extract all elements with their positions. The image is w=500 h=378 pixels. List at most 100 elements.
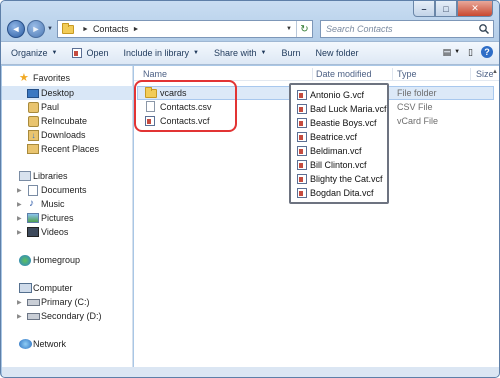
vcard-icon: [72, 48, 83, 58]
vcards-contents-popup: Antonio G.vcf Bad Luck Maria.vcf Beastie…: [289, 83, 389, 204]
organize-button[interactable]: Organize ▼: [11, 48, 57, 58]
close-button[interactable]: ✕: [457, 1, 493, 17]
status-bar: [2, 367, 499, 377]
homegroup-icon: [19, 254, 31, 266]
caption-buttons: – □ ✕: [413, 1, 493, 17]
nav-secondary-drive-label: Secondary (D:): [41, 311, 102, 321]
view-options-dropdown[interactable]: ▼: [454, 49, 460, 55]
nav-secondary-drive[interactable]: ▶ Secondary (D:): [2, 309, 133, 323]
nav-desktop-label: Desktop: [41, 88, 75, 98]
drive-icon: [27, 298, 40, 306]
include-in-library-button[interactable]: Include in library ▼: [124, 48, 199, 58]
include-in-library-label: Include in library: [123, 48, 190, 58]
music-icon: ♪: [29, 198, 34, 209]
nav-documents[interactable]: ▶ Documents: [2, 183, 133, 197]
scroll-up-icon[interactable]: ▲: [492, 69, 498, 75]
documents-icon: [28, 184, 38, 196]
expand-icon[interactable]: ▶: [17, 187, 22, 194]
vcard-icon: [297, 89, 307, 100]
navigation-buttons: ◄ ► ▼: [7, 20, 57, 38]
column-size[interactable]: Size: [476, 69, 494, 79]
dropdown-arrow-icon: ▼: [51, 50, 58, 56]
change-view-icon[interactable]: ▤: [443, 47, 452, 58]
column-divider[interactable]: [312, 68, 313, 80]
address-dropdown[interactable]: ▼: [282, 26, 296, 32]
nav-libraries[interactable]: Libraries: [2, 169, 133, 183]
nav-primary-drive[interactable]: ▶ Primary (C:): [2, 295, 133, 309]
column-type[interactable]: Type: [397, 69, 417, 79]
list-item-label: Antonio G.vcf: [310, 89, 365, 100]
nav-homegroup[interactable]: Homegroup: [2, 253, 133, 267]
pictures-icon: [27, 213, 39, 223]
recent-places-icon: [27, 144, 39, 154]
nav-favorites-label: Favorites: [33, 73, 71, 83]
minimize-button[interactable]: –: [413, 1, 435, 17]
search-placeholder: Search Contacts: [326, 24, 393, 34]
recent-pages-dropdown[interactable]: ▼: [47, 26, 53, 32]
open-label: Open: [86, 48, 109, 58]
list-item[interactable]: Blighty the Cat.vcf: [297, 172, 383, 185]
list-item-label: Bogdan Dita.vcf: [310, 187, 374, 198]
downloads-icon: ↓: [28, 129, 39, 141]
expand-icon[interactable]: ▶: [17, 313, 22, 320]
nav-recent-places[interactable]: Recent Places: [2, 142, 133, 156]
search-input[interactable]: Search Contacts: [320, 20, 494, 38]
file-type: CSV File: [397, 102, 433, 112]
drive-icon: [27, 312, 40, 320]
network-icon: [19, 339, 32, 349]
expand-icon[interactable]: ▶: [17, 229, 22, 236]
navigation-pane: ★ Favorites Desktop Paul ReIncubate ↓ Do…: [2, 66, 133, 367]
list-item[interactable]: Bill Clinton.vcf: [297, 158, 367, 171]
nav-downloads[interactable]: ↓ Downloads: [2, 128, 133, 142]
nav-paul[interactable]: Paul: [2, 100, 133, 114]
expand-icon[interactable]: ▶: [17, 215, 22, 222]
column-date-modified[interactable]: Date modified: [316, 69, 372, 79]
expand-icon[interactable]: ▶: [17, 299, 22, 306]
nav-videos[interactable]: ▶ Videos: [2, 225, 133, 239]
nav-music[interactable]: ▶ ♪ Music: [2, 197, 133, 211]
share-with-button[interactable]: Share with ▼: [214, 48, 266, 58]
list-item[interactable]: Bad Luck Maria.vcf: [297, 102, 387, 115]
folder-icon: [62, 22, 74, 34]
forward-button[interactable]: ►: [27, 20, 45, 38]
libraries-icon: [19, 171, 31, 181]
nav-recent-places-label: Recent Places: [41, 144, 100, 154]
new-folder-button[interactable]: New folder: [316, 48, 359, 58]
nav-desktop[interactable]: Desktop: [2, 86, 133, 100]
back-button[interactable]: ◄: [7, 20, 25, 38]
desktop-icon: [27, 88, 39, 98]
refresh-icon[interactable]: ↻: [296, 21, 312, 37]
user-folder-icon: [28, 101, 39, 113]
nav-pictures[interactable]: ▶ Pictures: [2, 211, 133, 225]
burn-button[interactable]: Burn: [281, 48, 300, 58]
help-icon[interactable]: ?: [481, 46, 493, 58]
list-item-label: Bad Luck Maria.vcf: [310, 103, 387, 114]
open-button[interactable]: Open: [72, 48, 109, 58]
nav-music-label: Music: [41, 199, 65, 209]
breadcrumb-separator[interactable]: ►: [132, 26, 139, 33]
nav-reincubate[interactable]: ReIncubate: [2, 114, 133, 128]
nav-primary-drive-label: Primary (C:): [41, 297, 90, 307]
breadcrumb-separator[interactable]: ►: [82, 26, 89, 33]
videos-icon: [27, 227, 39, 237]
list-item[interactable]: Bogdan Dita.vcf: [297, 186, 374, 199]
star-icon: ★: [19, 71, 29, 84]
list-item[interactable]: Beatrice.vcf: [297, 130, 357, 143]
expand-icon[interactable]: ▶: [17, 201, 22, 208]
address-bar[interactable]: ► Contacts ► ▼ ↻: [57, 20, 313, 38]
nav-network[interactable]: Network: [2, 337, 133, 351]
column-divider[interactable]: [392, 68, 393, 80]
column-divider[interactable]: [470, 68, 471, 80]
highlight-annotation: [134, 80, 237, 132]
list-item[interactable]: Beldiman.vcf: [297, 144, 362, 157]
nav-favorites[interactable]: ★ Favorites: [2, 71, 133, 85]
list-item[interactable]: Antonio G.vcf: [297, 88, 364, 101]
column-name[interactable]: Name: [143, 69, 167, 79]
list-item[interactable]: Beastie Boys.vcf: [297, 116, 377, 129]
breadcrumb-contacts[interactable]: Contacts: [93, 24, 129, 34]
nav-computer[interactable]: Computer: [2, 281, 133, 295]
maximize-button[interactable]: □: [435, 1, 457, 17]
preview-pane-icon[interactable]: ▯: [468, 47, 473, 58]
nav-paul-label: Paul: [41, 102, 60, 112]
burn-label: Burn: [281, 48, 301, 58]
